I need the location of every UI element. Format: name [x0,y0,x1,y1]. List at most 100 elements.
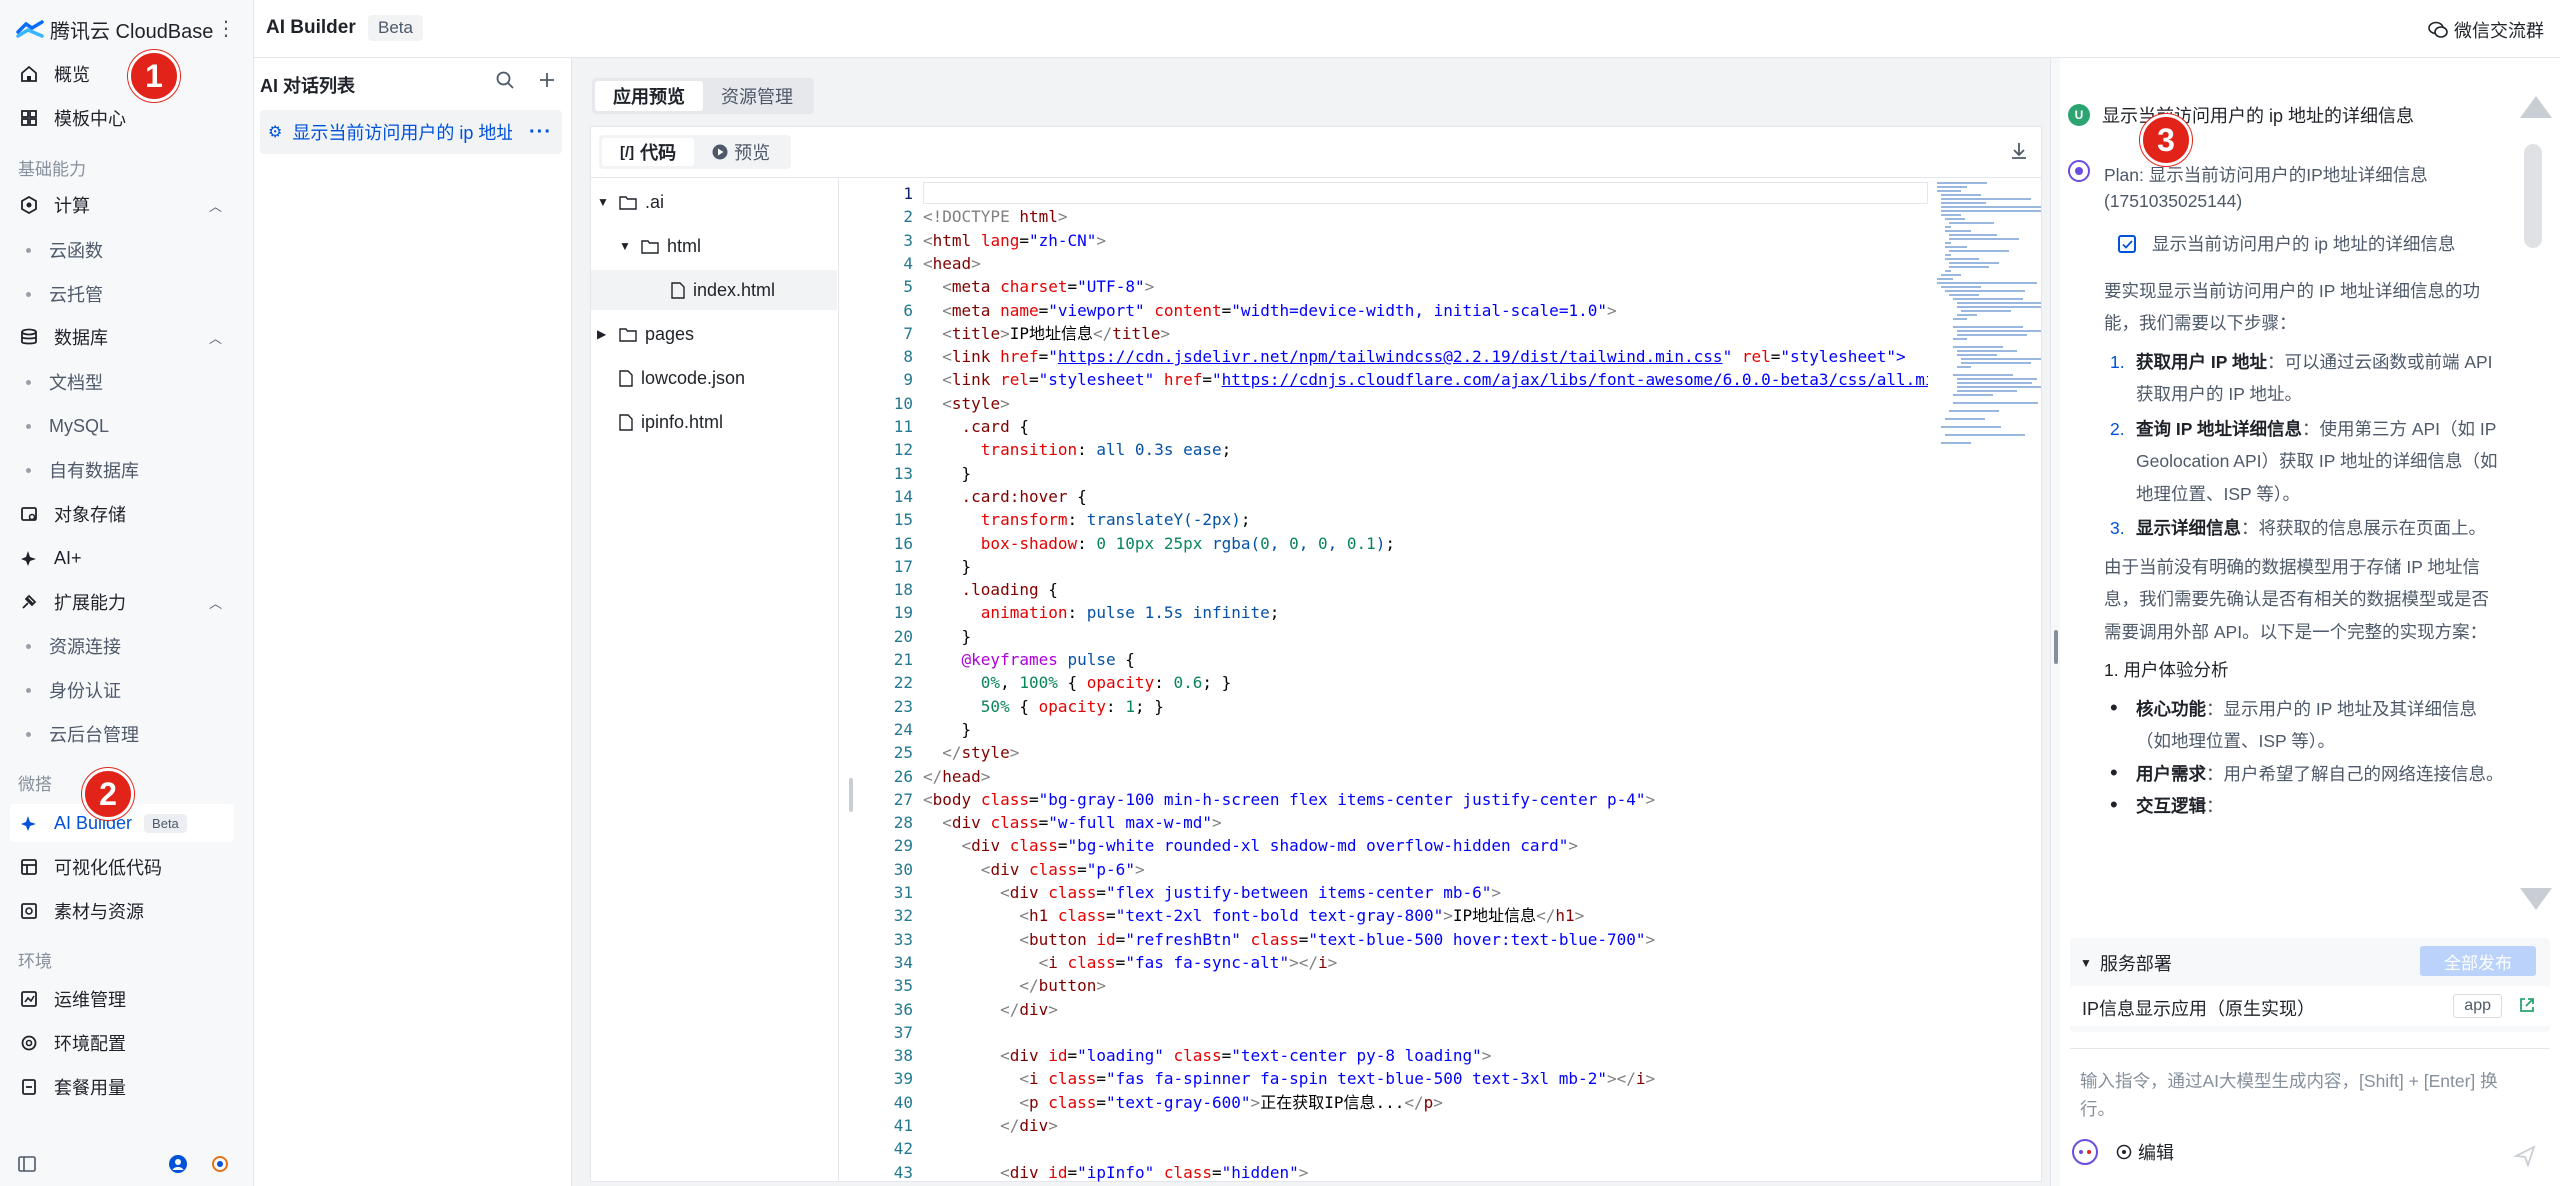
tab-app-preview[interactable]: 应用预览 [595,81,703,111]
sidebar-sub-docdb[interactable]: 文档型 [10,364,234,400]
line-number: 42 [893,1139,913,1159]
user-avatar: U [2068,104,2090,126]
sidebar-item-usage[interactable]: 套餐用量 [10,1068,234,1106]
sidebar-sub-connectors[interactable]: 资源连接 [10,628,234,664]
scroll-thumb[interactable] [2524,144,2542,248]
sidebar-item-assets[interactable]: 素材与资源 [10,892,234,930]
tree-file-ipinfo-html[interactable]: ipinfo.html [611,402,857,442]
sidebar-sub-admin[interactable]: 云后台管理 [10,716,234,752]
code-line: animation: pulse 1.5s infinite; [980,603,1280,623]
bullet-icon [26,467,31,473]
brand-name: 腾讯云 CloudBase [50,20,214,43]
tree-file-index-html[interactable]: index.html [591,270,837,310]
brand-more-icon[interactable]: ⋮ [216,16,236,41]
sidebar-item-ai[interactable]: AI+ [10,539,234,577]
step-item: 3. 显示详细信息：将获取的信息展示在页面上。 [2110,512,2504,545]
steps-list: 1. 获取用户 IP 地址：可以通过云函数或前端 API 获取用户的 IP 地址。… [2110,346,2504,545]
line-number: 14 [893,486,913,506]
ai-bot-icon[interactable] [2072,1139,2098,1165]
chat-input[interactable]: 输入指令，通过AI大模型生成内容，[Shift] + [Enter] 换行。 编… [2070,1048,2550,1178]
tree-file-lowcode-json[interactable]: lowcode.json [611,358,857,398]
sidebar-sub-cloudrun[interactable]: 云托管 [10,276,234,312]
code-minimap[interactable] [1931,178,2041,498]
publish-all-button[interactable]: 全部发布 [2420,946,2536,976]
collapse-sidebar-icon[interactable] [18,1156,36,1172]
line-number: 4 [903,253,913,273]
sidebar-item-storage[interactable]: 对象存储 [10,495,234,533]
download-icon[interactable] [2009,141,2029,161]
chat-input-placeholder[interactable]: 输入指令，通过AI大模型生成内容，[Shift] + [Enter] 换行。 [2080,1067,2520,1123]
tree-folder-pages[interactable]: ▶ pages [597,314,843,354]
resize-grip[interactable] [2054,630,2058,664]
code-line: <div class="flex justify-between items-c… [1000,883,1501,902]
bullet-text: ：用户希望了解自己的网络连接信息。 [2206,763,2504,784]
search-icon[interactable] [495,70,515,90]
sidebar-sub-mysql[interactable]: MySQL [10,408,234,444]
code-line: <meta charset="UTF-8"> [942,277,1155,297]
panel-resize-handle[interactable] [2050,58,2060,1186]
line-number: 28 [893,813,913,833]
conversation-item[interactable]: ⚙ 显示当前访问用户的 ip 地址的详细信息 ··· [260,110,562,154]
sidebar-item-overview[interactable]: 概览 [10,55,234,93]
chat-messages[interactable]: U 显示当前访问用户的 ip 地址的详细信息 Plan: 显示当前访问用户的IP… [2060,58,2560,920]
line-number: 26 [893,766,913,786]
settings-icon[interactable] [210,1154,230,1174]
more-icon[interactable]: ··· [529,121,552,144]
external-link-icon[interactable] [2518,996,2536,1014]
bullet-item: • 交互逻辑： [2110,792,2224,817]
scroll-down-icon[interactable] [2520,888,2552,910]
chat-scrollbar[interactable] [2516,58,2552,918]
monitor-icon [18,990,40,1008]
brand[interactable]: 腾讯云 CloudBase ⋮ [16,14,246,44]
sidebar-item-ops[interactable]: 运维管理 [10,980,234,1018]
bullet-icon [26,687,31,693]
caret-right-icon: ▶ [597,327,607,341]
sidebar-sub-functions[interactable]: 云函数 [10,232,234,268]
bullet-title: 用户需求 [2136,763,2206,784]
sparkle-icon [18,814,40,832]
sidebar-item-label: 可视化低代码 [54,858,162,878]
sidebar-item-envconfig[interactable]: 环境配置 [10,1024,234,1062]
tree-folder-ai[interactable]: ▼ .ai [597,182,843,222]
sidebar-item-templates[interactable]: 模板中心 [10,99,234,137]
tab-code[interactable]: [/] 代码 [602,138,695,166]
line-number: 7 [903,323,913,343]
line-number: 34 [893,952,913,972]
tab-resource-management[interactable]: 资源管理 [703,81,811,111]
file-icon [619,369,633,387]
line-number: 32 [893,906,913,926]
code-editor[interactable]: <!DOCTYPE html> <html lang="zh-CN"> <head>… [923,178,1928,1182]
line-number: 20 [893,626,913,646]
tree-item-label: .ai [645,191,665,212]
line-number: 31 [893,883,913,902]
checkbox-checked-icon[interactable] [2118,235,2136,254]
sidebar-sub-auth[interactable]: 身份认证 [10,672,234,708]
user-avatar-icon[interactable] [168,1154,188,1174]
sidebar-item-extensions[interactable]: 扩展能力 ︿ [10,583,234,621]
ai-avatar-icon [2068,160,2090,182]
sparkle-icon [18,549,40,567]
step-number: 1. [2110,351,2125,372]
sidebar-sub-owndb[interactable]: 自有数据库 [10,452,234,488]
sidebar-item-database[interactable]: 数据库 ︿ [10,318,234,356]
line-number: 17 [893,556,913,576]
task-item[interactable]: 显示当前访问用户的 ip 地址的详细信息 [2118,228,2504,261]
code-line: } [923,719,972,739]
scroll-up-icon[interactable] [2520,96,2552,118]
assets-icon [18,902,40,920]
code-line: } [923,626,972,646]
wechat-group-link[interactable]: 微信交流群 [2428,17,2544,43]
sidebar-item-compute[interactable]: 计算 ︿ [10,186,234,224]
folder-icon [641,238,659,254]
tree-folder-html[interactable]: ▼ html [619,226,837,266]
sidebar-item-lowcode[interactable]: 可视化低代码 [10,848,234,886]
step-text: ：将获取的信息展示在页面上。 [2241,518,2486,538]
add-icon[interactable] [537,70,557,90]
service-deploy-header[interactable]: ▼ 服务部署 [2080,950,2172,976]
plan-text: 显示当前访问用户的IP地址详细信息 (1751035025144) [2104,165,2428,211]
tab-preview[interactable]: 预览 [694,138,788,166]
send-icon[interactable] [2514,1145,2536,1167]
edit-mode-toggle[interactable]: 编辑 [2116,1139,2174,1165]
line-number: 43 [893,1162,913,1182]
deploy-app-row[interactable]: IP信息显示应用（原生实现） app [2070,986,2550,1026]
